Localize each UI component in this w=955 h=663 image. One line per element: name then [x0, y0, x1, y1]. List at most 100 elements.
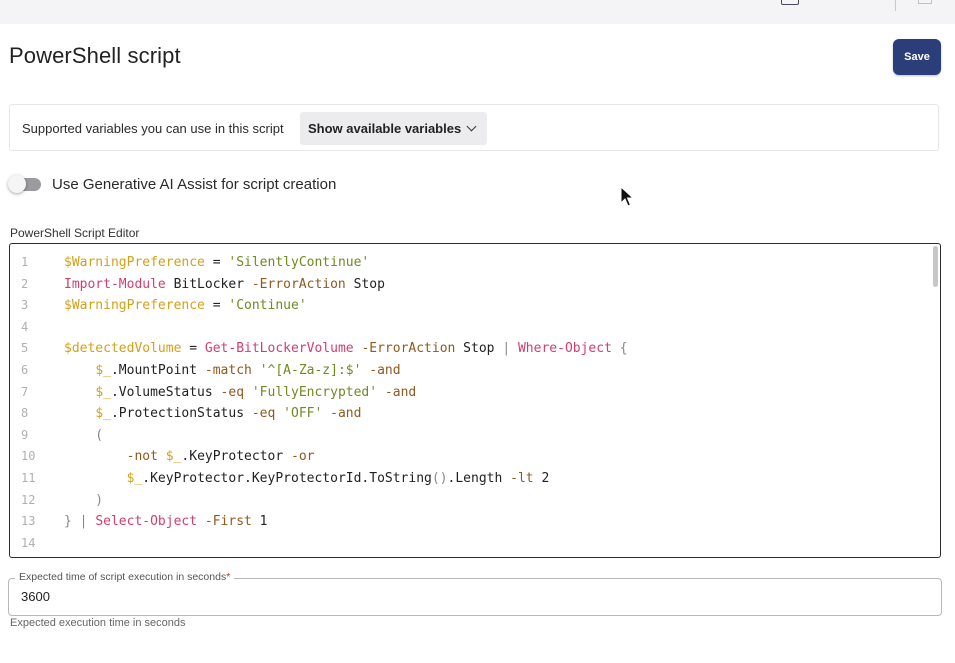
- code-token: $_: [165, 449, 182, 465]
- line-number: 10: [21, 449, 36, 464]
- script-editor[interactable]: 1 $WarningPreference = 'SilentlyContinue'…: [9, 243, 941, 558]
- line-number: 8: [21, 406, 29, 421]
- code-text: $_.KeyProtector.KeyProtectorId.ToString(…: [64, 468, 550, 490]
- code-token: -not: [126, 449, 158, 465]
- code-token: (: [64, 427, 104, 443]
- code-token: =: [204, 255, 229, 270]
- code-token: -and: [330, 406, 362, 422]
- line-number: 3: [21, 298, 29, 313]
- code-token: $_: [95, 384, 111, 400]
- editor-label: PowerShell Script Editor: [10, 226, 140, 240]
- line-number: 2: [21, 276, 29, 291]
- code-token: -eq: [220, 384, 245, 400]
- code-token: =: [181, 341, 205, 357]
- code-token: -eq: [251, 406, 276, 422]
- line-number: 4: [21, 319, 29, 334]
- code-text: -not $_.KeyProtector -or: [64, 446, 315, 468]
- code-text: (: [64, 425, 103, 447]
- code-token: -or: [291, 449, 315, 465]
- code-token: 'FullyEncrypted': [251, 384, 378, 400]
- line-number: 5: [21, 341, 29, 356]
- line-number: 14: [21, 535, 36, 550]
- code-token: Get-BitLockerVolume: [204, 341, 354, 357]
- required-marker: *: [226, 571, 231, 583]
- code-token: -and: [369, 363, 401, 378]
- top-toolbar: [0, 0, 955, 24]
- code-token: 'Continue': [228, 298, 307, 314]
- ai-assist-toggle[interactable]: [8, 175, 41, 193]
- code-token: }: [64, 514, 72, 530]
- dropdown-label: Show available variables: [308, 121, 462, 136]
- code-token: .ProtectionStatus: [110, 406, 252, 422]
- code-token: 'OFF': [283, 406, 323, 422]
- code-token: $_: [126, 471, 143, 486]
- toggle-knob: [8, 175, 26, 193]
- code-text: $_.ProtectionStatus -eq 'OFF' -and: [64, 403, 361, 425]
- save-button[interactable]: Save: [893, 39, 941, 75]
- code-token: 2: [533, 471, 550, 486]
- line-number: 13: [21, 514, 36, 529]
- code-text: } | Select-Object -First 1: [64, 511, 268, 533]
- page-title: PowerShell script: [9, 43, 181, 68]
- ai-assist-label: Use Generative AI Assist for script crea…: [52, 176, 337, 193]
- code-text: Import-Module BitLocker -ErrorAction Sto…: [64, 274, 385, 296]
- code-token: -ErrorAction: [361, 341, 456, 357]
- code-text: $WarningPreference = 'Continue': [64, 295, 307, 317]
- code-token: $WarningPreference: [64, 255, 205, 270]
- code-token: -First: [204, 514, 252, 530]
- code-token: BitLocker: [165, 276, 252, 292]
- code-token: -match: [204, 363, 252, 378]
- code-token: $detectedVolume: [64, 341, 182, 357]
- code-token: $_: [95, 363, 111, 378]
- line-number: 7: [21, 384, 29, 399]
- code-token: .Length: [447, 471, 511, 486]
- code-token: {: [611, 341, 628, 357]
- code-token: .KeyProtector: [181, 449, 291, 465]
- code-text: ): [64, 490, 103, 512]
- mouse-cursor-icon: [620, 186, 634, 207]
- code-text: $detectedVolume = Get-BitLockerVolume -E…: [64, 338, 628, 360]
- line-number: 1: [21, 255, 29, 269]
- code-token: Stop: [345, 276, 385, 292]
- line-number: 12: [21, 492, 36, 507]
- code-token: 'SilentlyContinue': [228, 255, 370, 270]
- code-text: $_.MountPoint -match '^[A-Za-z]:$' -and: [64, 360, 401, 382]
- code-token: 1: [251, 514, 268, 530]
- code-token: $WarningPreference: [64, 298, 205, 314]
- code-token: Select-Object: [95, 514, 198, 530]
- code-token: .VolumeStatus: [110, 384, 221, 400]
- code-token: |: [502, 341, 511, 357]
- code-token: ): [64, 492, 104, 508]
- execution-time-input[interactable]: [21, 589, 421, 604]
- code-token: (): [431, 471, 448, 486]
- code-token: Stop: [455, 341, 503, 357]
- code-token: Where-Object: [517, 341, 612, 357]
- code-token: -ErrorAction: [251, 276, 346, 292]
- code-text: $WarningPreference = 'SilentlyContinue': [64, 252, 369, 274]
- toolbar-divider: [895, 0, 896, 11]
- code-token: '^[A-Za-z]:$': [259, 363, 362, 378]
- menu-icon[interactable]: [918, 0, 932, 4]
- code-token: -and: [384, 384, 417, 400]
- execution-time-label-text: Expected time of script execution in sec…: [19, 571, 227, 583]
- variables-panel: Supported variables you can use in this …: [9, 104, 939, 151]
- variables-label: Supported variables you can use in this …: [22, 121, 284, 136]
- code-token: Import-Module: [64, 276, 166, 292]
- execution-time-label: Expected time of script execution in sec…: [15, 571, 235, 583]
- line-number: 6: [21, 363, 29, 377]
- editor-scrollbar[interactable]: [933, 246, 938, 287]
- show-variables-dropdown[interactable]: Show available variables: [300, 112, 487, 145]
- code-token: $_: [95, 406, 111, 422]
- line-number: 11: [21, 471, 36, 485]
- calendar-icon[interactable]: [781, 0, 799, 5]
- code-token: -lt: [510, 471, 534, 486]
